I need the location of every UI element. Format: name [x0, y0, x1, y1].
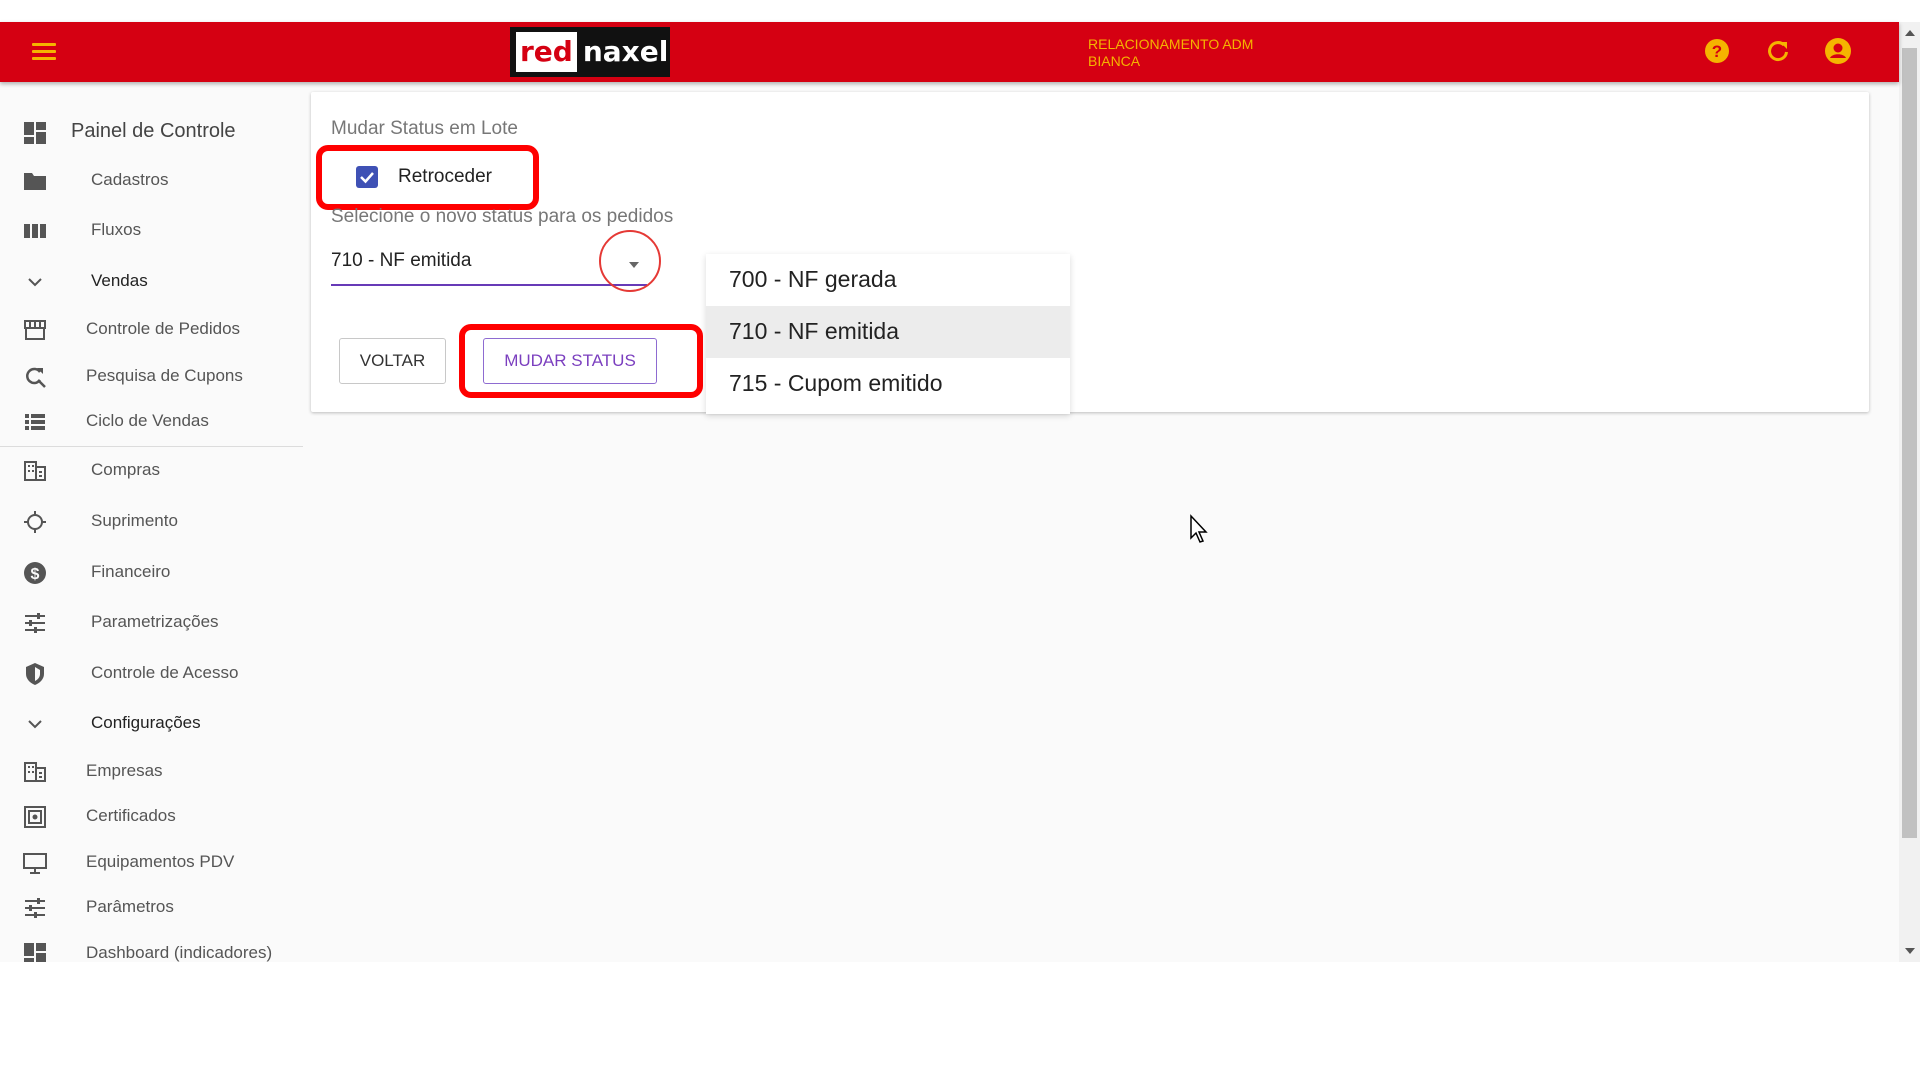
sidebar-item-cadastros[interactable]: Cadastros [0, 156, 303, 204]
sidebar-item-compras[interactable]: Compras [0, 446, 303, 494]
scrollbar-thumb[interactable] [1902, 48, 1917, 838]
sidebar-item-pesquisa-de-cupons[interactable]: Pesquisa de Cupons [0, 352, 303, 400]
sidebar-item-label: Dashboard (indicadores) [86, 943, 273, 962]
brand-logo-naxel: naxel [582, 35, 669, 68]
screen: red naxel RELACIONAMENTO ADM BIANCA ? Pa… [0, 0, 1920, 1080]
sidebar-item-label: Controle de Pedidos [86, 319, 241, 338]
account-icon[interactable] [1824, 37, 1852, 65]
status-option-700[interactable]: 700 - NF gerada [706, 254, 1070, 306]
sidebar-item-label: Suprimento [91, 511, 178, 530]
sidebar-item-vendas[interactable]: Vendas [0, 257, 303, 305]
sidebar-item-parametrizacoes[interactable]: Parametrizações [0, 598, 303, 646]
user-name: BIANCA [1088, 53, 1141, 69]
sidebar-item-certificados[interactable]: Certificados [0, 792, 303, 840]
brand-logo-red: red [516, 32, 577, 72]
sidebar-item-label: Painel de Controle [71, 120, 236, 142]
top-app-bar: red naxel RELACIONAMENTO ADM BIANCA ? [0, 22, 1899, 82]
target-icon [24, 511, 46, 533]
sidebar-item-parametros[interactable]: Parâmetros [0, 883, 303, 931]
sidebar-item-empresas[interactable]: Empresas [0, 747, 303, 795]
dollar-icon: $ [24, 562, 46, 584]
voltar-button[interactable]: VOLTAR [339, 338, 446, 384]
mudar-status-button[interactable]: MUDAR STATUS [483, 338, 657, 384]
scroll-up-arrow-icon[interactable] [1905, 30, 1915, 36]
status-option-label: 700 - NF gerada [729, 266, 897, 292]
main-content: Mudar Status em Lote Retroceder Selecion… [303, 82, 1899, 962]
columns-icon [24, 224, 46, 238]
sidebar-item-label: Certificados [86, 806, 176, 825]
sidebar-item-label: Parametrizações [91, 612, 219, 631]
sidebar-item-label: Configurações [91, 713, 201, 732]
user-info: RELACIONAMENTO ADM BIANCA [1088, 36, 1253, 70]
sidebar-item-label: Empresas [86, 761, 163, 780]
sidebar-item-controle-de-acesso[interactable]: Controle de Acesso [0, 649, 303, 697]
card-title: Mudar Status em Lote [331, 118, 518, 139]
sidebar-item-suprimento[interactable]: Suprimento [0, 497, 303, 545]
building-icon [24, 461, 46, 481]
status-select-value: 710 - NF emitida [331, 250, 472, 271]
status-dropdown-menu: 700 - NF gerada 710 - NF emitida 715 - C… [706, 254, 1070, 414]
sidebar-item-label: Parâmetros [86, 897, 174, 916]
certificate-icon [24, 806, 46, 828]
list-icon [25, 414, 45, 430]
shield-icon [26, 663, 44, 685]
tune-icon [25, 613, 45, 633]
sidebar-item-ciclo-de-vendas[interactable]: Ciclo de Vendas [0, 397, 303, 445]
check-icon [360, 172, 374, 184]
menu-icon[interactable] [32, 40, 58, 64]
annotation-circle [599, 230, 661, 292]
user-role: RELACIONAMENTO ADM [1088, 36, 1254, 52]
sidebar-item-controle-de-pedidos[interactable]: Controle de Pedidos [0, 305, 303, 353]
status-option-label: 715 - Cupom emitido [729, 370, 943, 396]
chevron-down-icon [28, 278, 42, 287]
building-icon [24, 762, 46, 782]
storefront-icon [24, 320, 46, 340]
tune-icon [25, 898, 45, 918]
dashboard-icon [24, 943, 46, 962]
sidebar-item-label: Vendas [91, 271, 148, 290]
refresh-icon[interactable] [1764, 37, 1792, 65]
brand-logo: red naxel [510, 27, 670, 77]
vertical-scrollbar[interactable] [1899, 22, 1920, 962]
folder-icon [24, 173, 46, 190]
status-select-label: Selecione o novo status para os pedidos [331, 206, 674, 227]
status-option-label: 710 - NF emitida [729, 318, 900, 344]
svg-text:$: $ [31, 566, 40, 583]
sidebar-item-label: Financeiro [91, 562, 171, 581]
sidebar-item-label: Cadastros [91, 170, 169, 189]
status-option-710[interactable]: 710 - NF emitida [706, 306, 1070, 358]
sidebar: Painel de Controle Cadastros Fluxos Vend… [0, 82, 303, 962]
retroceder-checkbox[interactable] [356, 166, 378, 188]
batch-status-card: Mudar Status em Lote Retroceder Selecion… [311, 92, 1869, 412]
sidebar-item-label: Equipamentos PDV [86, 852, 235, 871]
status-option-715[interactable]: 715 - Cupom emitido [706, 358, 1070, 410]
sidebar-item-label: Controle de Acesso [91, 663, 239, 682]
sidebar-item-label: Fluxos [91, 220, 142, 239]
mouse-cursor-icon [1190, 514, 1208, 543]
retroceder-label[interactable]: Retroceder [398, 166, 492, 188]
scroll-down-arrow-icon[interactable] [1905, 948, 1915, 954]
sidebar-item-configuracoes[interactable]: Configurações [0, 699, 303, 747]
sidebar-item-label: Ciclo de Vendas [86, 411, 209, 430]
sidebar-item-label: Compras [91, 460, 160, 479]
sidebar-item-financeiro[interactable]: $ Financeiro [0, 548, 303, 596]
search-refresh-icon [26, 367, 46, 388]
sidebar-item-dashboard-indicadores[interactable]: Dashboard (indicadores) [0, 929, 303, 962]
sidebar-item-label: Pesquisa de Cupons [86, 366, 243, 385]
chevron-down-icon [28, 720, 42, 729]
sidebar-item-fluxos[interactable]: Fluxos [0, 206, 303, 254]
svg-text:?: ? [1712, 42, 1722, 61]
sidebar-item-equipamentos-pdv[interactable]: Equipamentos PDV [0, 838, 303, 886]
monitor-icon [23, 853, 47, 874]
dashboard-icon [24, 122, 46, 144]
help-icon[interactable]: ? [1703, 37, 1731, 65]
sidebar-item-painel-de-controle[interactable]: Painel de Controle [0, 108, 303, 156]
